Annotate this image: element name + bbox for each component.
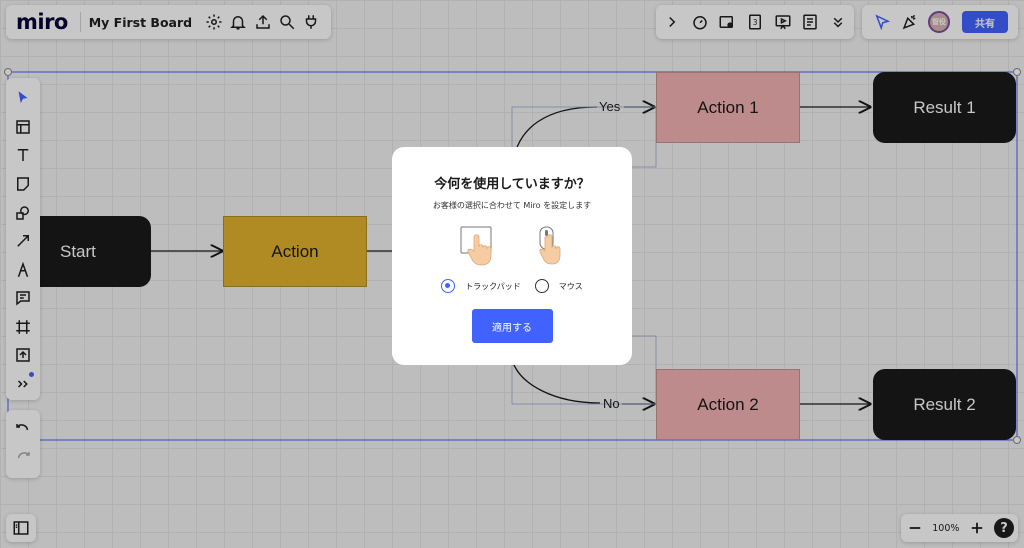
apply-button[interactable]: 適用する (471, 309, 553, 343)
mouse-label[interactable]: マウス (559, 281, 583, 292)
trackpad-hand-icon[interactable] (459, 225, 495, 267)
trackpad-label[interactable]: トラックパッド (465, 281, 521, 292)
device-illustrations (392, 225, 632, 267)
mouse-radio[interactable] (534, 279, 549, 293)
mouse-hand-icon[interactable] (535, 225, 565, 267)
device-options: トラックパッド マウス (392, 279, 632, 293)
dialog-subtitle: お客様の選択に合わせて Miro を設定します (432, 201, 592, 210)
input-device-dialog: 今何を使用していますか？ お客様の選択に合わせて Miro を設定します トラッ… (392, 147, 632, 365)
trackpad-radio[interactable] (441, 279, 456, 293)
dialog-title: 今何を使用していますか？ (434, 177, 590, 192)
